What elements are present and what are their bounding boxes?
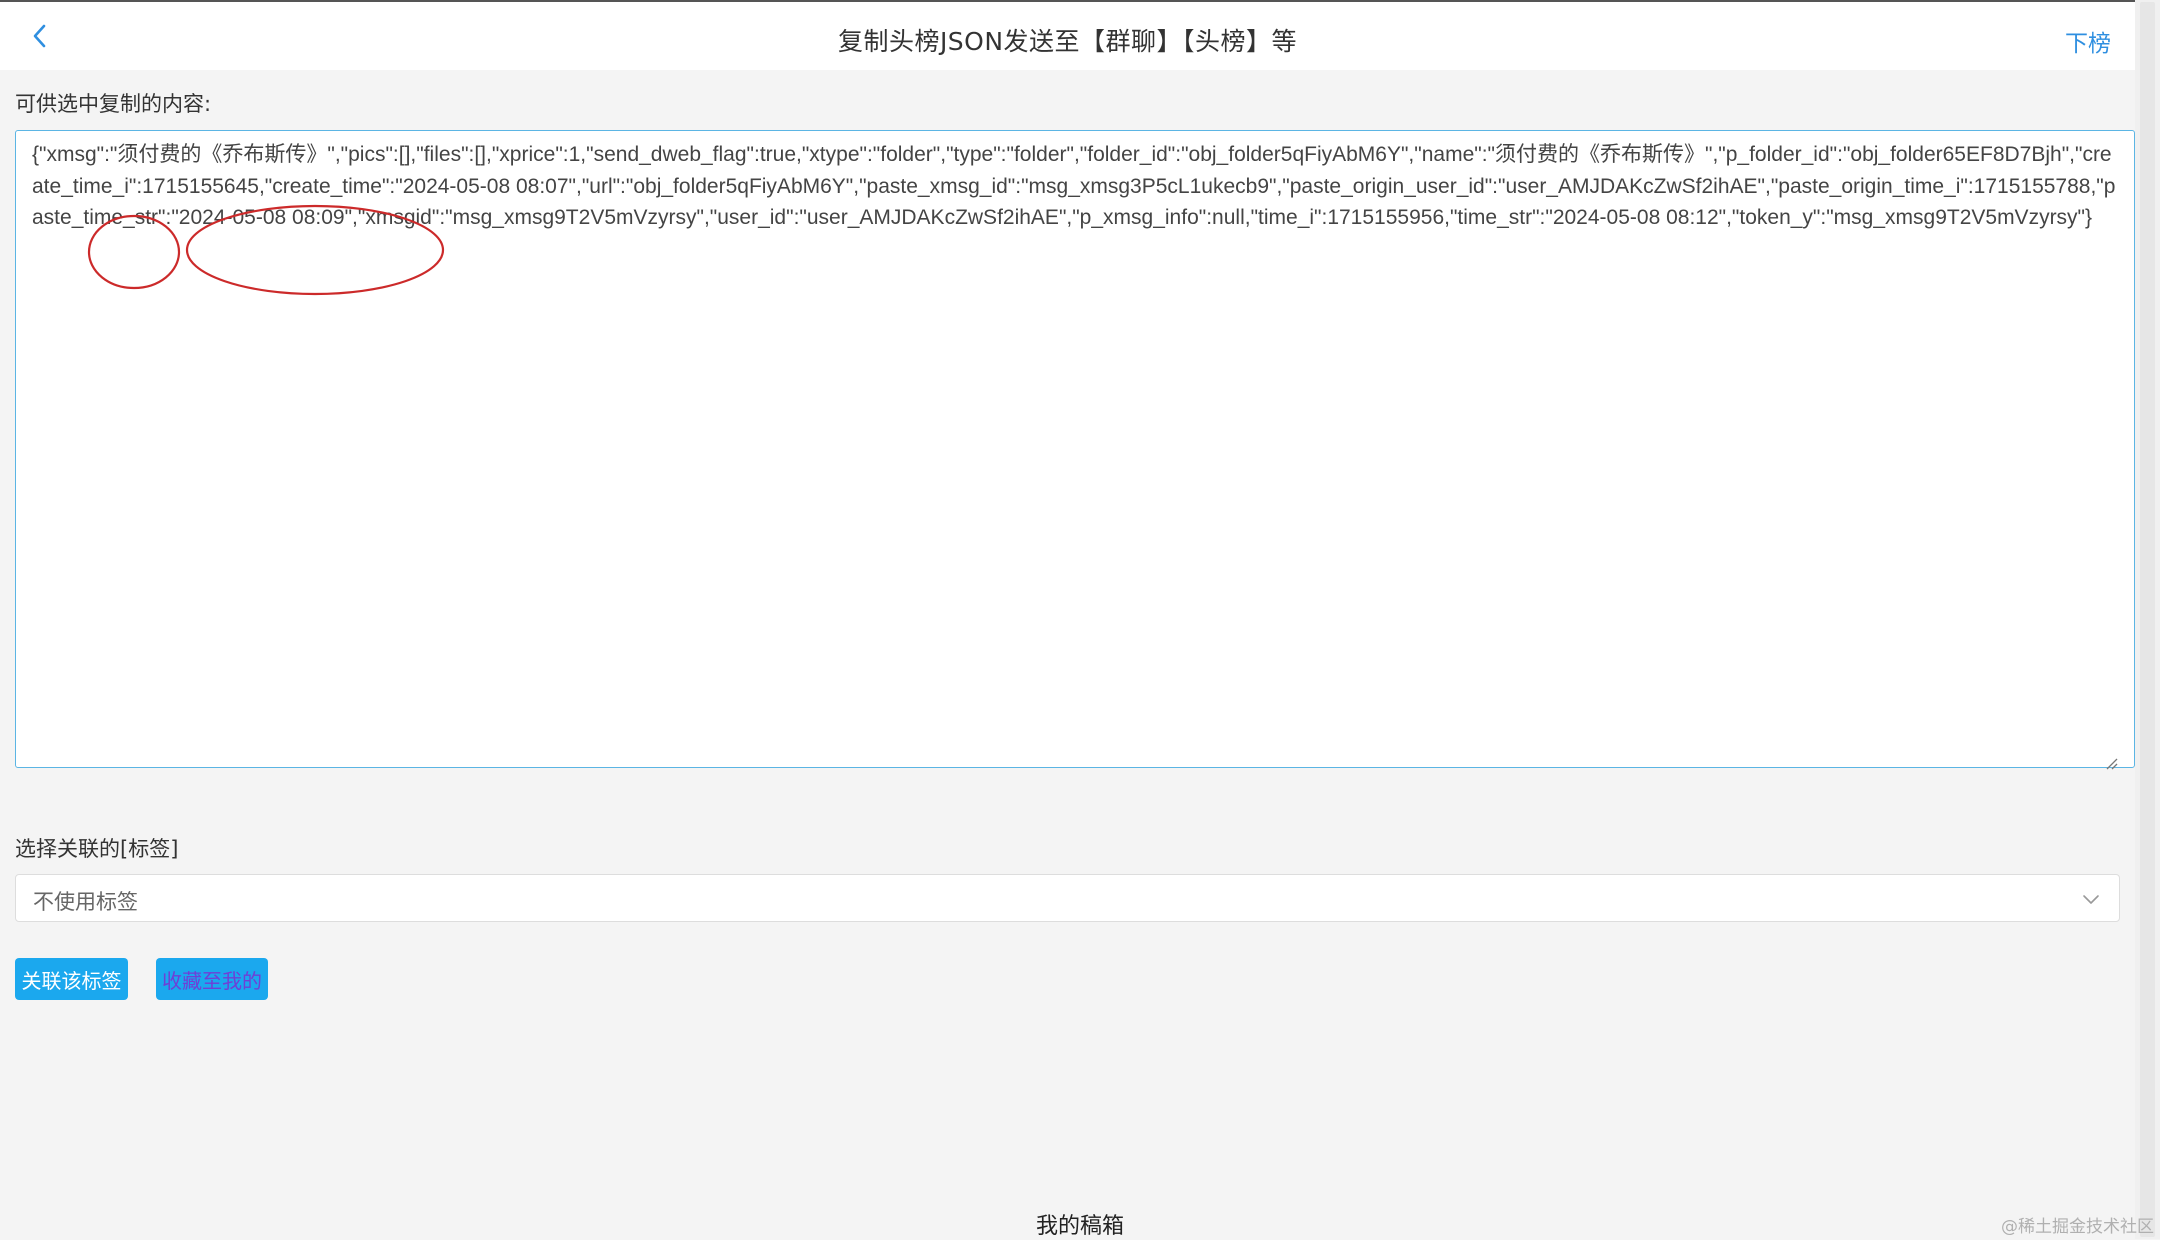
tag-select[interactable]: 不使用标签: [15, 874, 2120, 922]
resize-grip-icon[interactable]: [2104, 756, 2118, 770]
page-title: 复制头榜JSON发送至【群聊】【头榜】等: [837, 27, 1298, 56]
tag-select-label: 选择关联的[标签]: [15, 837, 179, 861]
remove-from-ranking-link[interactable]: 下榜: [2065, 24, 2111, 58]
watermark: @稀土掘金技术社区: [2001, 1217, 2154, 1237]
page-header: 复制头榜JSON发送至【群聊】【头榜】等 下榜: [0, 2, 2135, 70]
drafts-title: 我的稿箱: [1035, 1214, 1124, 1239]
json-content-textarea[interactable]: {"xmsg":"须付费的《乔布斯传》","pics":[],"files":[…: [15, 130, 2135, 768]
chevron-down-icon: [2083, 895, 2099, 904]
content-label: 可供选中复制的内容:: [15, 92, 212, 116]
link-tag-button[interactable]: 关联该标签: [15, 958, 128, 1000]
scrollbar-thumb[interactable]: [2140, 2, 2155, 1237]
save-to-mine-button[interactable]: 收藏至我的: [156, 958, 268, 1000]
tag-select-value: 不使用标签: [33, 890, 138, 914]
